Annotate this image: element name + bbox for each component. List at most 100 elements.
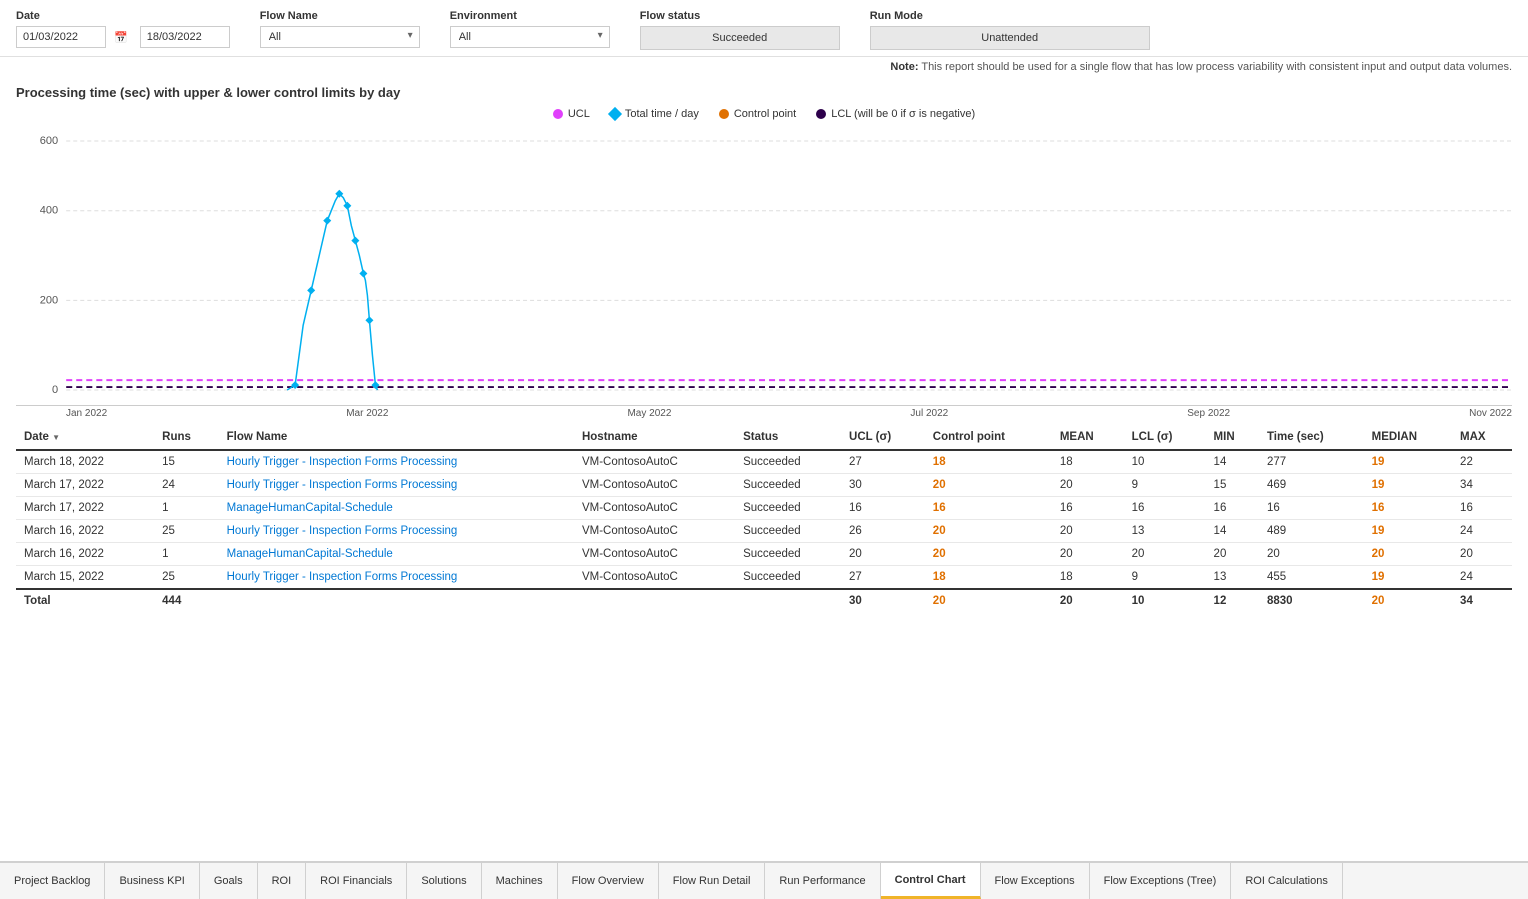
cell-control-point: 18 — [925, 450, 1052, 474]
col-header-mean[interactable]: MEAN — [1052, 425, 1124, 450]
table-wrapper: Date ▼ Runs Flow Name Hostname Status UC… — [16, 425, 1512, 612]
tab-machines[interactable]: Machines — [482, 863, 558, 899]
cell-lcl: 20 — [1124, 543, 1206, 566]
cell-flow-name[interactable]: Hourly Trigger - Inspection Forms Proces… — [219, 520, 574, 543]
data-table: Date ▼ Runs Flow Name Hostname Status UC… — [16, 425, 1512, 612]
col-header-max[interactable]: MAX — [1452, 425, 1512, 450]
cell-flow-name[interactable]: Hourly Trigger - Inspection Forms Proces… — [219, 450, 574, 474]
total-runs: 444 — [154, 589, 218, 612]
col-header-runs[interactable]: Runs — [154, 425, 218, 450]
legend-control-point: Control point — [719, 108, 796, 120]
tab-run-performance[interactable]: Run Performance — [765, 863, 880, 899]
cell-flow-name[interactable]: ManageHumanCapital-Schedule — [219, 497, 574, 520]
date-filter-row: 📅 — [16, 26, 230, 48]
x-label-mar: Mar 2022 — [346, 408, 388, 419]
x-label-sep: Sep 2022 — [1187, 408, 1230, 419]
cell-status: Succeeded — [735, 474, 841, 497]
cell-runs: 25 — [154, 566, 218, 590]
tab-roi[interactable]: ROI — [258, 863, 307, 899]
cell-min: 15 — [1206, 474, 1259, 497]
cell-ucl: 30 — [841, 474, 925, 497]
col-header-ucl[interactable]: UCL (σ) — [841, 425, 925, 450]
tab-roi-calculations[interactable]: ROI Calculations — [1231, 863, 1343, 899]
cell-mean: 18 — [1052, 450, 1124, 474]
cell-status: Succeeded — [735, 543, 841, 566]
cell-status: Succeeded — [735, 520, 841, 543]
tab-roi-financials[interactable]: ROI Financials — [306, 863, 407, 899]
total-time-legend-label: Total time / day — [625, 108, 699, 120]
flow-name-select-wrapper: All — [260, 26, 420, 48]
environment-filter-label: Environment — [450, 10, 610, 22]
cell-runs: 25 — [154, 520, 218, 543]
col-header-control-point[interactable]: Control point — [925, 425, 1052, 450]
cell-flow-name[interactable]: Hourly Trigger - Inspection Forms Proces… — [219, 566, 574, 590]
cell-max: 24 — [1452, 566, 1512, 590]
cell-hostname: VM-ContosoAutoC — [574, 566, 735, 590]
cell-hostname: VM-ContosoAutoC — [574, 450, 735, 474]
legend-lcl: LCL (will be 0 if σ is negative) — [816, 108, 975, 120]
date-from-input[interactable] — [16, 26, 106, 48]
control-point-legend-dot — [719, 109, 729, 119]
flow-name-select[interactable]: All — [260, 26, 420, 48]
cell-time-sec: 20 — [1259, 543, 1364, 566]
col-header-status[interactable]: Status — [735, 425, 841, 450]
run-mode-button[interactable]: Unattended — [870, 26, 1150, 50]
total-flow-name — [219, 589, 574, 612]
x-label-jul: Jul 2022 — [910, 408, 948, 419]
tab-control-chart[interactable]: Control Chart — [881, 863, 981, 899]
svg-text:600: 600 — [40, 135, 58, 147]
col-header-lcl[interactable]: LCL (σ) — [1124, 425, 1206, 450]
cell-flow-name[interactable]: ManageHumanCapital-Schedule — [219, 543, 574, 566]
cell-date: March 16, 2022 — [16, 543, 154, 566]
chart-section: Processing time (sec) with upper & lower… — [0, 77, 1528, 421]
col-header-time-sec[interactable]: Time (sec) — [1259, 425, 1364, 450]
total-control-point: 20 — [925, 589, 1052, 612]
cell-lcl: 9 — [1124, 474, 1206, 497]
cell-median: 19 — [1364, 474, 1452, 497]
cell-status: Succeeded — [735, 497, 841, 520]
cell-date: March 16, 2022 — [16, 520, 154, 543]
table-row: March 15, 2022 25 Hourly Trigger - Inspe… — [16, 566, 1512, 590]
cell-date: March 15, 2022 — [16, 566, 154, 590]
cell-ucl: 16 — [841, 497, 925, 520]
cell-max: 34 — [1452, 474, 1512, 497]
svg-text:400: 400 — [40, 205, 58, 217]
cell-ucl: 27 — [841, 450, 925, 474]
flow-status-button[interactable]: Succeeded — [640, 26, 840, 50]
x-label-nov: Nov 2022 — [1469, 408, 1512, 419]
tab-bar: Project BacklogBusiness KPIGoalsROIROI F… — [0, 861, 1528, 899]
tab-solutions[interactable]: Solutions — [407, 863, 481, 899]
col-header-flow-name[interactable]: Flow Name — [219, 425, 574, 450]
date-to-input[interactable] — [140, 26, 230, 48]
cell-ucl: 20 — [841, 543, 925, 566]
col-header-hostname[interactable]: Hostname — [574, 425, 735, 450]
cell-flow-name[interactable]: Hourly Trigger - Inspection Forms Proces… — [219, 474, 574, 497]
cell-runs: 1 — [154, 543, 218, 566]
table-row: March 16, 2022 1 ManageHumanCapital-Sche… — [16, 543, 1512, 566]
tab-flow-overview[interactable]: Flow Overview — [558, 863, 659, 899]
col-header-median[interactable]: MEDIAN — [1364, 425, 1452, 450]
tab-flow-exceptions-tree[interactable]: Flow Exceptions (Tree) — [1090, 863, 1232, 899]
cell-hostname: VM-ContosoAutoC — [574, 543, 735, 566]
cell-hostname: VM-ContosoAutoC — [574, 520, 735, 543]
environment-select[interactable]: All — [450, 26, 610, 48]
cell-date: March 17, 2022 — [16, 474, 154, 497]
tab-project-backlog[interactable]: Project Backlog — [0, 863, 105, 899]
date-sort-arrow: ▼ — [52, 433, 60, 442]
total-lcl: 10 — [1124, 589, 1206, 612]
cell-min: 14 — [1206, 450, 1259, 474]
cell-control-point: 20 — [925, 520, 1052, 543]
col-header-min[interactable]: MIN — [1206, 425, 1259, 450]
tab-flow-exceptions[interactable]: Flow Exceptions — [981, 863, 1090, 899]
lcl-legend-label: LCL (will be 0 if σ is negative) — [831, 108, 975, 120]
tab-business-kpi[interactable]: Business KPI — [105, 863, 199, 899]
tab-goals[interactable]: Goals — [200, 863, 258, 899]
tab-flow-run-detail[interactable]: Flow Run Detail — [659, 863, 766, 899]
cell-median: 20 — [1364, 543, 1452, 566]
note-text: This report should be used for a single … — [921, 61, 1512, 73]
col-header-date[interactable]: Date ▼ — [16, 425, 154, 450]
cell-time-sec: 16 — [1259, 497, 1364, 520]
cell-hostname: VM-ContosoAutoC — [574, 474, 735, 497]
lcl-legend-dot — [816, 109, 826, 119]
calendar-icon[interactable]: 📅 — [114, 31, 128, 44]
